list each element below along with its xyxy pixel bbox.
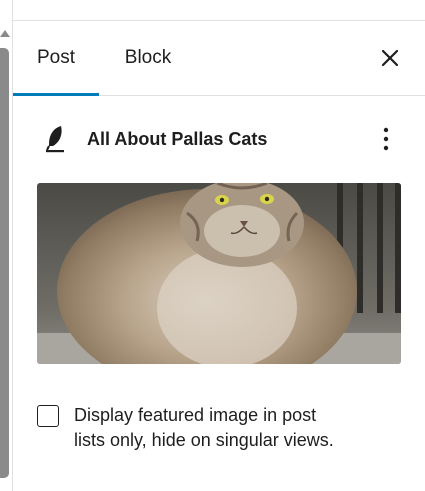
sidebar-tabs: Post Block xyxy=(13,21,425,96)
scrollbar[interactable] xyxy=(0,0,13,491)
featured-image-checkbox[interactable] xyxy=(37,405,59,427)
post-title: All About Pallas Cats xyxy=(87,129,268,149)
post-settings-sidebar: Post Block All About Pallas Cats Display… xyxy=(0,0,425,491)
tab-post-label: Post xyxy=(36,47,76,68)
tab-post[interactable]: Post xyxy=(13,21,99,96)
post-summary: All About Pallas Cats xyxy=(40,120,401,160)
active-tab-indicator xyxy=(13,93,99,96)
scrollbar-thumb[interactable] xyxy=(0,48,9,478)
featured-image-option: Display featured image in post lists onl… xyxy=(37,403,405,483)
close-sidebar-button[interactable] xyxy=(377,45,403,71)
featured-image-checkbox-label[interactable]: Display featured image in post lists onl… xyxy=(74,403,334,453)
scroll-up-arrow-icon[interactable] xyxy=(0,30,10,37)
close-icon xyxy=(381,49,399,67)
post-actions-button[interactable] xyxy=(379,124,393,154)
featured-image[interactable] xyxy=(37,183,401,364)
more-vertical-icon xyxy=(383,127,389,151)
pallas-cat-image xyxy=(37,183,401,364)
feather-icon xyxy=(46,126,64,153)
tab-block-label: Block xyxy=(124,47,172,68)
tab-block[interactable]: Block xyxy=(105,21,191,95)
